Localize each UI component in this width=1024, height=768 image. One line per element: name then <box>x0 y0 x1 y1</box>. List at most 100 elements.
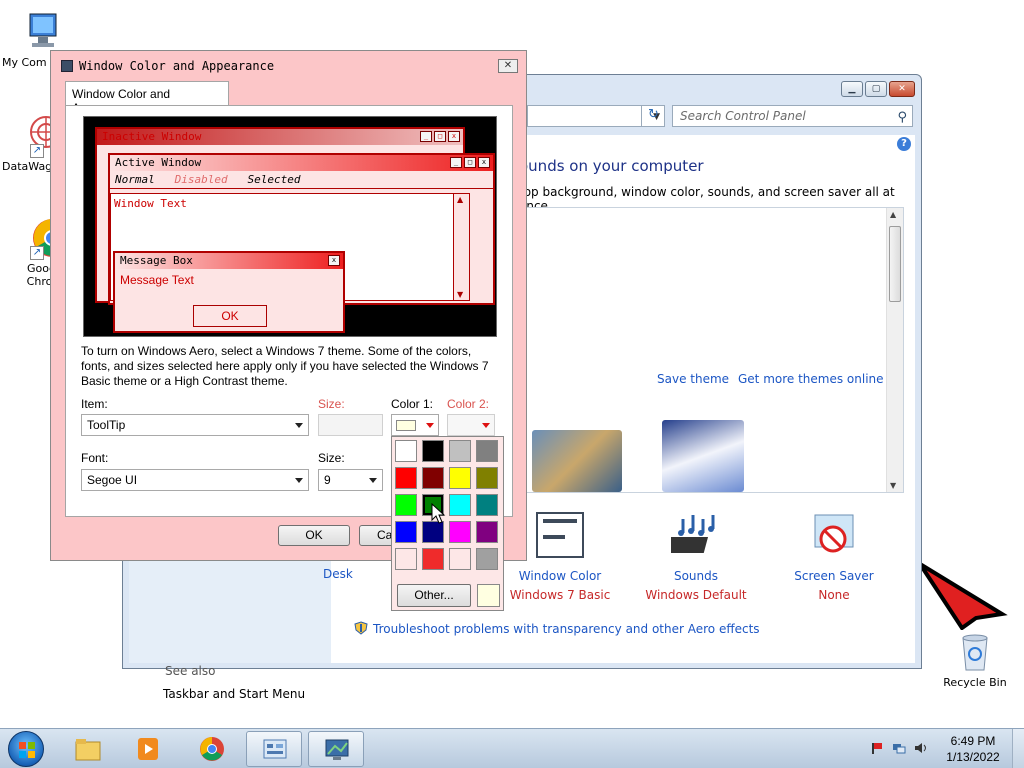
color-swatch[interactable] <box>395 548 417 570</box>
preview-inactive-caption: Inactive Window _ □ x <box>97 129 463 145</box>
taskbar-start-menu-link[interactable]: Taskbar and Start Menu <box>163 687 305 701</box>
item-size-label: Size: <box>318 397 345 411</box>
display-settings-icon <box>325 739 349 760</box>
item-size-spinner <box>318 414 383 436</box>
save-theme-link[interactable]: Save theme <box>657 372 729 386</box>
chevron-down-icon <box>426 423 434 428</box>
window-caption-buttons: ▁ ▢ ✕ <box>841 81 915 97</box>
custom-color-swatch[interactable] <box>477 584 500 607</box>
color-swatch[interactable] <box>395 440 417 462</box>
color-swatch[interactable] <box>476 521 498 543</box>
color-swatch[interactable] <box>476 467 498 489</box>
taskbar-explorer[interactable] <box>60 731 116 767</box>
desktop-icon-recycle-bin[interactable]: Recycle Bin <box>937 630 1013 689</box>
taskbar-media-player[interactable] <box>120 731 176 767</box>
color-picker-popup: Other... <box>391 436 504 611</box>
color1-button[interactable] <box>391 414 439 436</box>
color-swatch[interactable] <box>422 467 444 489</box>
color-swatch[interactable] <box>395 467 417 489</box>
windows-logo-icon <box>19 742 35 758</box>
sounds-item[interactable]: Sounds Windows Default <box>636 511 756 602</box>
theme-list[interactable]: ▲ ▼ <box>519 207 904 493</box>
tab-window-color-appearance[interactable]: Window Color and Appearance <box>65 81 229 115</box>
troubleshoot-label: Troubleshoot problems with transparency … <box>373 622 760 636</box>
help-icon[interactable]: ? <box>897 137 911 151</box>
volume-icon[interactable] <box>914 741 928 755</box>
chevron-down-icon <box>369 478 377 483</box>
menu-normal: Normal <box>115 173 155 186</box>
close-button[interactable]: ✕ <box>889 81 915 97</box>
bottom-item-value: None <box>818 588 850 602</box>
chrome-icon <box>200 737 224 761</box>
preview-active-caption: Active Window _ □ x <box>110 155 493 171</box>
screen-saver-item[interactable]: Screen Saver None <box>774 511 894 602</box>
get-more-themes-link[interactable]: Get more themes online <box>738 372 884 386</box>
search-placeholder: Search Control Panel <box>680 109 806 123</box>
font-select[interactable]: Segoe UI <box>81 469 309 491</box>
preview-message-box[interactable]: Message Box x Message Text OK <box>113 251 345 333</box>
font-size-select[interactable]: 9 <box>318 469 383 491</box>
dialog-close-button[interactable]: ✕ <box>498 59 518 73</box>
refresh-icon[interactable]: ↻ <box>641 105 665 127</box>
font-size-label: Size: <box>318 451 345 465</box>
color-swatch[interactable] <box>449 548 471 570</box>
search-icon[interactable]: ⚲ <box>897 108 907 128</box>
system-clock[interactable]: 6:49 PM 1/13/2022 <box>938 733 1008 765</box>
preview-ok-button[interactable]: OK <box>193 305 267 327</box>
color-swatch[interactable] <box>449 521 471 543</box>
taskbar-chrome[interactable] <box>184 731 240 767</box>
preview-caption-buttons: x <box>328 255 340 266</box>
color-swatch[interactable] <box>449 467 471 489</box>
aero-description: To turn on Windows Aero, select a Window… <box>81 344 489 388</box>
window-color-icon <box>535 511 585 561</box>
appearance-preview: Inactive Window _ □ x Active Window _ □ x No… <box>83 116 497 337</box>
inactive-window-label: Inactive Window <box>102 130 202 143</box>
preview-caption-buttons: _ □ x <box>420 131 460 142</box>
color-swatch[interactable] <box>422 440 444 462</box>
maximize-button[interactable]: ▢ <box>865 81 887 97</box>
color1-label: Color 1: <box>391 397 434 411</box>
ok-button[interactable]: OK <box>278 525 350 546</box>
scrollbar-thumb[interactable] <box>889 226 901 302</box>
desktop-background-item[interactable]: Desk <box>323 567 383 581</box>
item-label: Item: <box>81 397 108 411</box>
bottom-item-title: Desk <box>323 567 353 581</box>
item-select[interactable]: ToolTip <box>81 414 309 436</box>
scroll-down-icon[interactable]: ▼ <box>890 481 896 490</box>
taskbar: 6:49 PM 1/13/2022 <box>0 728 1024 768</box>
color-swatch[interactable] <box>476 494 498 516</box>
color-swatch[interactable] <box>422 548 444 570</box>
recycle-bin-icon <box>953 630 997 674</box>
bottom-item-value: Windows Default <box>645 588 747 602</box>
scroll-up-icon[interactable]: ▲ <box>890 210 896 219</box>
font-select-value: Segoe UI <box>87 473 138 487</box>
search-input[interactable]: Search Control Panel ⚲ <box>672 105 913 127</box>
color-swatch[interactable] <box>449 494 471 516</box>
desktop-icon-label: Recycle Bin <box>943 676 1007 689</box>
taskbar-window-color[interactable] <box>308 731 364 767</box>
sounds-icon <box>665 511 721 561</box>
dialog-system-icon <box>61 60 73 72</box>
action-center-flag-icon[interactable] <box>870 741 884 755</box>
network-icon[interactable] <box>892 741 906 755</box>
color-swatch[interactable] <box>395 494 417 516</box>
other-color-button[interactable]: Other... <box>397 584 471 607</box>
folder-icon <box>75 739 101 761</box>
troubleshoot-link[interactable]: Troubleshoot problems with transparency … <box>354 621 760 636</box>
vertical-scrollbar[interactable]: ▲ ▼ <box>886 208 903 492</box>
bottom-item-title: Window Color <box>518 569 602 583</box>
theme-thumbnail[interactable] <box>532 430 622 492</box>
computer-icon <box>16 10 60 54</box>
color-swatch[interactable] <box>476 440 498 462</box>
font-size-value: 9 <box>324 473 331 487</box>
minimize-button[interactable]: ▁ <box>841 81 863 97</box>
color-swatch[interactable] <box>476 548 498 570</box>
theme-thumbnail[interactable] <box>662 420 744 492</box>
font-label: Font: <box>81 451 109 465</box>
color-swatch[interactable] <box>449 440 471 462</box>
start-button[interactable] <box>8 731 44 767</box>
color-swatch[interactable] <box>395 521 417 543</box>
bottom-item-title: Screen Saver <box>794 569 874 583</box>
show-desktop-button[interactable] <box>1012 729 1024 768</box>
taskbar-control-panel[interactable] <box>246 731 302 767</box>
